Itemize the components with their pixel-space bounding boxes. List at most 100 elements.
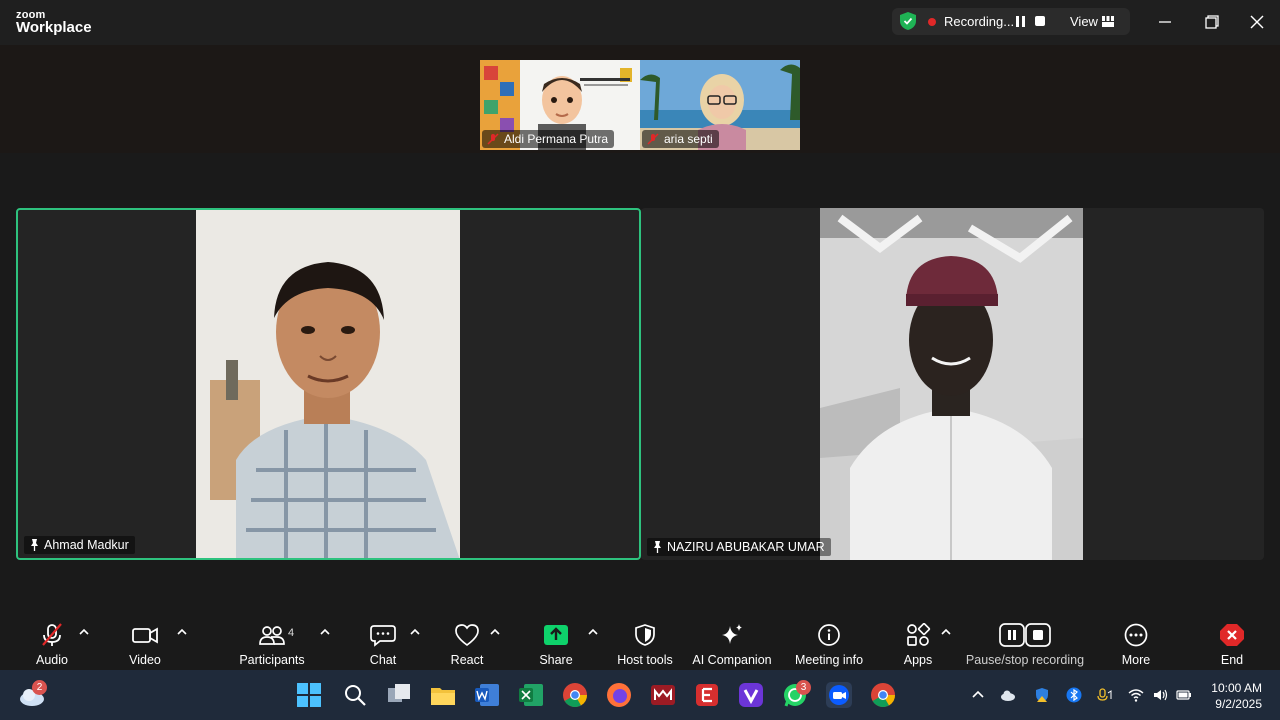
- react-options-caret-icon[interactable]: [489, 627, 501, 637]
- meeting-controls-toolbar: Audio Video 4 Participants Chat React Sh…: [0, 613, 1280, 670]
- restore-icon: [1205, 15, 1219, 29]
- wifi-icon[interactable]: [1128, 687, 1144, 703]
- share-button[interactable]: Share: [528, 613, 584, 670]
- thumbnail-name-label: Aldi Permana Putra: [482, 130, 615, 148]
- search-icon[interactable]: [342, 682, 368, 708]
- microphone-in-use-icon[interactable]: [1096, 687, 1112, 703]
- more-label: More: [1121, 653, 1151, 667]
- participants-label: Participants: [239, 653, 305, 667]
- participants-options-caret-icon[interactable]: [319, 627, 331, 637]
- volume-icon[interactable]: [1152, 687, 1168, 703]
- muted-mic-icon: [487, 133, 499, 145]
- whatsapp-notification-badge: 3: [796, 680, 811, 695]
- share-label: Share: [539, 653, 573, 667]
- participant-name-tag: Ahmad Madkur: [24, 536, 135, 554]
- pause-recording-icon[interactable]: [1016, 16, 1026, 27]
- windows-start-icon[interactable]: [296, 682, 322, 708]
- word-icon[interactable]: [474, 682, 500, 708]
- view-button[interactable]: View: [1070, 14, 1098, 29]
- battery-icon[interactable]: [1176, 687, 1192, 703]
- video-tile-naziru[interactable]: NAZIRU ABUBAKAR UMAR: [641, 208, 1264, 560]
- pause-stop-recording-label: Pause/stop recording: [965, 653, 1085, 667]
- sparkle-icon: [722, 624, 742, 644]
- more-options-icon: [1124, 623, 1148, 647]
- task-view-icon[interactable]: [386, 682, 412, 708]
- security-warning-icon[interactable]: [1034, 687, 1050, 703]
- chrome-icon[interactable]: [562, 682, 588, 708]
- zoom-app-icon[interactable]: [826, 682, 852, 708]
- minimize-icon: [1159, 21, 1171, 23]
- participant-name: Ahmad Madkur: [44, 538, 129, 552]
- meeting-info-button[interactable]: Meeting info: [786, 613, 872, 670]
- participants-button[interactable]: 4 Participants: [232, 613, 312, 670]
- restore-window-button[interactable]: [1199, 10, 1223, 34]
- apps-options-caret-icon[interactable]: [940, 627, 952, 637]
- chevron-up-icon[interactable]: [970, 687, 986, 703]
- video-tile-ahmad[interactable]: Ahmad Madkur: [16, 208, 641, 560]
- chat-options-caret-icon[interactable]: [409, 627, 421, 637]
- video-feed: [196, 210, 460, 558]
- title-bar: zoom Workplace Recording... View: [0, 0, 1280, 45]
- react-button[interactable]: React: [439, 613, 495, 670]
- mendeley-icon[interactable]: [650, 682, 676, 708]
- firefox-icon[interactable]: [606, 682, 632, 708]
- pause-stop-recording-button[interactable]: Pause/stop recording: [960, 613, 1090, 670]
- clock-time: 10:00 AM: [1211, 681, 1262, 695]
- share-options-caret-icon[interactable]: [587, 627, 599, 637]
- thumbnail-name-label: aria septi: [642, 130, 719, 148]
- thumbnail-name: Aldi Permana Putra: [504, 132, 609, 146]
- pause-stop-recording-icon: [999, 623, 1051, 647]
- grid-view-icon[interactable]: [1102, 16, 1114, 27]
- muted-microphone-icon: [42, 623, 62, 646]
- thumbnail-name: aria septi: [664, 132, 713, 146]
- minimize-window-button[interactable]: [1153, 10, 1177, 34]
- participants-count: 4: [288, 627, 295, 639]
- onedrive-cloud-icon[interactable]: [1000, 687, 1016, 703]
- audio-button[interactable]: Audio: [24, 613, 80, 670]
- chat-icon: [370, 625, 396, 647]
- heart-icon: [455, 624, 479, 647]
- end-meeting-icon: [1220, 624, 1244, 646]
- excel-icon[interactable]: [518, 682, 544, 708]
- video-feed: [820, 208, 1083, 560]
- apps-label: Apps: [903, 653, 933, 667]
- video-button[interactable]: Video: [117, 613, 173, 670]
- vivaldi-icon[interactable]: [738, 682, 764, 708]
- close-icon: [1250, 15, 1264, 29]
- participant-name-tag: NAZIRU ABUBAKAR UMAR: [647, 538, 831, 556]
- recording-dot-icon: [928, 18, 936, 26]
- participant-name: NAZIRU ABUBAKAR UMAR: [667, 540, 825, 554]
- video-label: Video: [129, 653, 161, 667]
- chrome-profile-icon[interactable]: [870, 682, 896, 708]
- shield-icon[interactable]: [900, 12, 916, 30]
- stop-recording-icon[interactable]: [1035, 16, 1045, 26]
- info-icon: [818, 624, 840, 646]
- host-tools-label: Host tools: [617, 653, 673, 667]
- ai-companion-label: AI Companion: [692, 653, 772, 667]
- audio-label: Audio: [36, 653, 68, 667]
- participant-video-image: [196, 210, 460, 558]
- pin-icon: [654, 541, 661, 553]
- bluetooth-icon[interactable]: [1066, 687, 1082, 703]
- thumbnail-aria[interactable]: aria septi: [640, 60, 800, 150]
- video-options-caret-icon[interactable]: [176, 627, 188, 637]
- more-button[interactable]: More: [1108, 613, 1164, 670]
- app-e-icon[interactable]: [694, 682, 720, 708]
- file-explorer-icon[interactable]: [430, 682, 456, 708]
- share-screen-icon: [544, 625, 568, 645]
- video-camera-icon: [132, 627, 158, 644]
- audio-options-caret-icon[interactable]: [78, 627, 90, 637]
- pin-icon: [31, 539, 38, 551]
- host-tools-button[interactable]: Host tools: [610, 613, 680, 670]
- apps-button[interactable]: Apps: [890, 613, 946, 670]
- thumbnail-aldi[interactable]: Aldi Permana Putra: [480, 60, 640, 150]
- chat-button[interactable]: Chat: [355, 613, 411, 670]
- close-window-button[interactable]: [1245, 10, 1269, 34]
- ai-companion-button[interactable]: AI Companion: [688, 613, 776, 670]
- logo-workplace-text: Workplace: [16, 19, 92, 36]
- meeting-info-label: Meeting info: [794, 653, 864, 667]
- end-meeting-button[interactable]: End: [1204, 613, 1260, 670]
- clock-date: 9/2/2025: [1215, 697, 1262, 711]
- react-label: React: [450, 653, 484, 667]
- system-clock[interactable]: 10:00 AM 9/2/2025: [1211, 680, 1262, 712]
